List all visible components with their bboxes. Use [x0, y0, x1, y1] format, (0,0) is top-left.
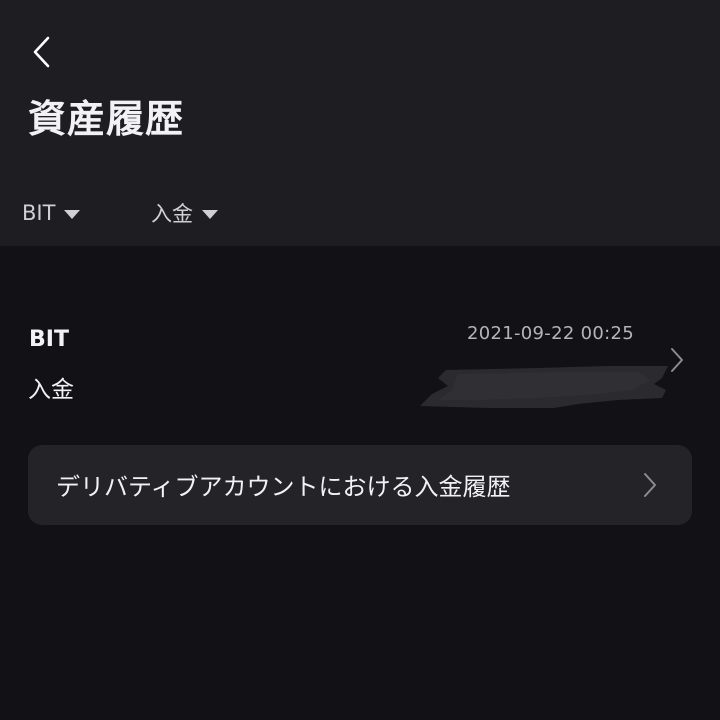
chevron-right-icon — [644, 473, 656, 497]
header: 資産履歴 BIT 入金 — [0, 0, 720, 246]
redacted-amount — [420, 366, 668, 408]
type-filter-dropdown[interactable]: 入金 — [151, 194, 218, 232]
derivatives-link-label: デリバティブアカウントにおける入金履歴 — [56, 473, 511, 501]
caret-down-icon — [202, 209, 218, 219]
record-type: 入金 — [28, 377, 74, 403]
derivatives-deposit-history-link[interactable]: デリバティブアカウントにおける入金履歴 — [28, 445, 692, 525]
currency-filter-dropdown[interactable]: BIT — [22, 194, 81, 232]
chevron-left-icon — [33, 36, 50, 68]
record-asset: BIT — [29, 327, 69, 352]
page-title: 資産履歴 — [28, 97, 185, 141]
chevron-right-icon — [671, 348, 683, 372]
back-button[interactable] — [22, 30, 62, 74]
history-record-row[interactable]: BIT 入金 2021-09-22 00:25 — [0, 312, 720, 412]
type-filter-label: 入金 — [151, 202, 193, 226]
record-timestamp: 2021-09-22 00:25 — [466, 323, 634, 344]
currency-filter-label: BIT — [22, 201, 56, 225]
caret-down-icon — [64, 209, 81, 219]
asset-history-screen: 資産履歴 BIT 入金 BIT 入金 2021-09-22 00:25 デリバテ… — [0, 0, 720, 720]
